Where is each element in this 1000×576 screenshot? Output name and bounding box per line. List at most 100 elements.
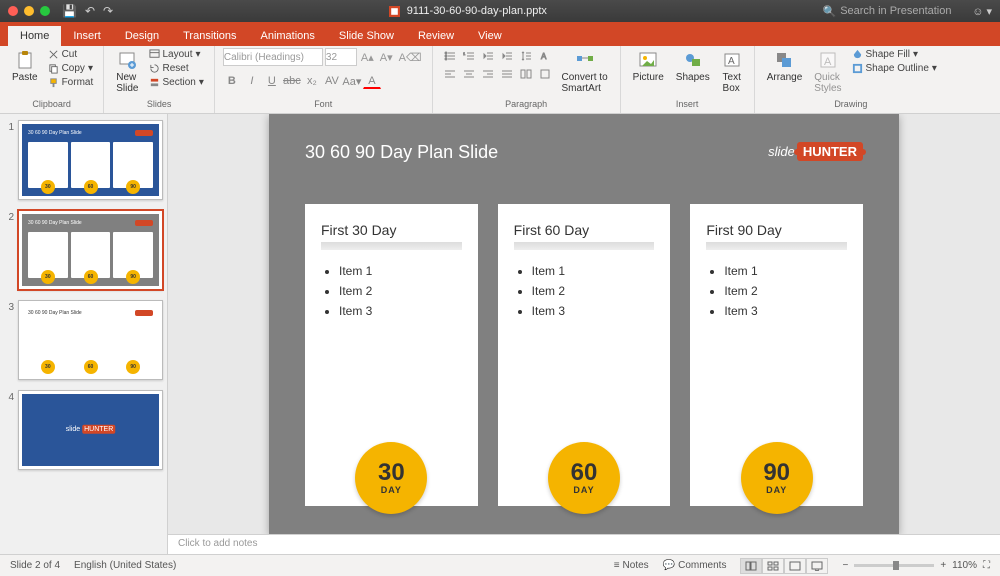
shrink-font-button[interactable]: A▾ bbox=[378, 51, 395, 64]
group-clipboard: Paste Cut Copy ▾ Format Clipboard bbox=[0, 46, 104, 113]
format-painter-button[interactable]: Format bbox=[46, 76, 96, 89]
maximize-window-button[interactable] bbox=[40, 6, 50, 16]
tab-animations[interactable]: Animations bbox=[249, 26, 327, 46]
group-label: Slides bbox=[112, 99, 206, 111]
slide-thumbnail-panel: 130 60 90 Day Plan Slide306090230 60 90 … bbox=[0, 114, 168, 554]
shadow-button[interactable]: AV bbox=[323, 73, 341, 89]
zoom-out-button[interactable]: − bbox=[842, 560, 848, 571]
notes-pane[interactable]: Click to add notes bbox=[168, 534, 1000, 554]
line-spacing-button[interactable] bbox=[517, 48, 535, 64]
card-item: Item 1 bbox=[339, 264, 462, 278]
group-label: Font bbox=[223, 99, 424, 111]
indent-dec-button[interactable] bbox=[479, 48, 497, 64]
save-icon[interactable]: 💾 bbox=[62, 4, 77, 18]
subscript-button[interactable]: x₂ bbox=[303, 73, 321, 89]
align-right-button[interactable] bbox=[479, 66, 497, 82]
picture-button[interactable]: Picture bbox=[629, 48, 668, 85]
numbering-button[interactable]: 1 bbox=[460, 48, 478, 64]
new-slide-button[interactable]: New Slide bbox=[112, 48, 142, 96]
tab-transitions[interactable]: Transitions bbox=[171, 26, 248, 46]
copy-button[interactable]: Copy ▾ bbox=[46, 62, 96, 75]
columns-button[interactable] bbox=[517, 66, 535, 82]
fit-button[interactable]: ⛶ bbox=[983, 560, 990, 571]
zoom-in-button[interactable]: + bbox=[940, 560, 946, 571]
shape-outline-button[interactable]: Shape Outline ▾ bbox=[850, 62, 939, 75]
undo-icon[interactable]: ↶ bbox=[85, 4, 95, 18]
font-name-input[interactable] bbox=[223, 48, 323, 66]
tab-slideshow[interactable]: Slide Show bbox=[327, 26, 406, 46]
highlight-button[interactable]: Aa▾ bbox=[343, 73, 361, 89]
language-indicator[interactable]: English (United States) bbox=[74, 560, 176, 571]
strike-button[interactable]: abc bbox=[283, 73, 301, 89]
text-direction-button[interactable]: A bbox=[536, 48, 554, 64]
paste-button[interactable]: Paste bbox=[8, 48, 42, 85]
italic-button[interactable]: I bbox=[243, 73, 261, 89]
slide-logo: slide HUNTER bbox=[768, 142, 863, 161]
search-input[interactable] bbox=[840, 5, 960, 17]
textbox-button[interactable]: AText Box bbox=[718, 48, 746, 96]
tab-design[interactable]: Design bbox=[113, 26, 171, 46]
view-buttons bbox=[740, 558, 828, 574]
day-badge: 90DAY bbox=[741, 442, 813, 514]
align-center-button[interactable] bbox=[460, 66, 478, 82]
card-item: Item 1 bbox=[532, 264, 655, 278]
align-left-button[interactable] bbox=[441, 66, 459, 82]
indent-inc-button[interactable] bbox=[498, 48, 516, 64]
sorter-view-button[interactable] bbox=[762, 558, 784, 574]
slide-thumbnail[interactable]: 30 60 90 Day Plan Slide306090 bbox=[18, 210, 163, 290]
close-window-button[interactable] bbox=[8, 6, 18, 16]
zoom-slider[interactable] bbox=[854, 564, 934, 567]
notes-toggle[interactable]: ≡ Notes bbox=[614, 560, 649, 571]
section-button[interactable]: Section ▾ bbox=[147, 76, 206, 89]
font-size-input[interactable] bbox=[325, 48, 357, 66]
font-color-button[interactable]: A bbox=[363, 73, 381, 89]
quick-styles-button[interactable]: AQuick Styles bbox=[810, 48, 845, 96]
minimize-window-button[interactable] bbox=[24, 6, 34, 16]
redo-icon[interactable]: ↷ bbox=[103, 4, 113, 18]
svg-text:A: A bbox=[824, 56, 832, 68]
search-box[interactable]: 🔍 bbox=[822, 5, 960, 18]
convert-smartart-button[interactable]: Convert to SmartArt bbox=[558, 48, 612, 96]
tab-view[interactable]: View bbox=[466, 26, 514, 46]
clear-format-button[interactable]: A⌫ bbox=[397, 51, 424, 64]
comments-toggle[interactable]: 💬 Comments bbox=[663, 560, 727, 571]
tab-home[interactable]: Home bbox=[8, 26, 61, 46]
plan-card[interactable]: First 60 DayItem 1Item 2Item 360DAY bbox=[498, 204, 671, 506]
feedback-icon[interactable]: ☺ ▾ bbox=[972, 5, 992, 18]
group-label: Drawing bbox=[763, 99, 939, 111]
reading-view-button[interactable] bbox=[784, 558, 806, 574]
day-badge: 30DAY bbox=[355, 442, 427, 514]
slide-canvas[interactable]: 30 60 90 Day Plan Slide slide HUNTER Fir… bbox=[168, 114, 1000, 534]
arrange-button[interactable]: Arrange bbox=[763, 48, 807, 85]
cut-button[interactable]: Cut bbox=[46, 48, 96, 61]
slide-title[interactable]: 30 60 90 Day Plan Slide bbox=[305, 142, 498, 163]
day-badge: 60DAY bbox=[548, 442, 620, 514]
card-heading: First 90 Day bbox=[706, 222, 847, 238]
shapes-button[interactable]: Shapes bbox=[672, 48, 714, 85]
slide-thumbnail[interactable]: 30 60 90 Day Plan Slide306090 bbox=[18, 300, 163, 380]
plan-card[interactable]: First 90 DayItem 1Item 2Item 390DAY bbox=[690, 204, 863, 506]
svg-text:1: 1 bbox=[463, 51, 466, 56]
slideshow-button[interactable] bbox=[806, 558, 828, 574]
title-bar: 💾 ↶ ↷ 9111-30-60-90-day-plan.pptx 🔍 ☺ ▾ bbox=[0, 0, 1000, 22]
layout-button[interactable]: Layout ▾ bbox=[147, 48, 206, 61]
slide-thumbnail[interactable]: slide HUNTER bbox=[18, 390, 163, 470]
justify-button[interactable] bbox=[498, 66, 516, 82]
grow-font-button[interactable]: A▴ bbox=[359, 51, 376, 64]
bold-button[interactable]: B bbox=[223, 73, 241, 89]
reset-button[interactable]: Reset bbox=[147, 62, 206, 75]
plan-card[interactable]: First 30 DayItem 1Item 2Item 330DAY bbox=[305, 204, 478, 506]
zoom-value[interactable]: 110% bbox=[952, 560, 977, 571]
tab-insert[interactable]: Insert bbox=[61, 26, 113, 46]
card-heading: First 60 Day bbox=[514, 222, 655, 238]
align-text-button[interactable] bbox=[536, 66, 554, 82]
bullets-button[interactable] bbox=[441, 48, 459, 64]
current-slide[interactable]: 30 60 90 Day Plan Slide slide HUNTER Fir… bbox=[269, 114, 899, 534]
underline-button[interactable]: U bbox=[263, 73, 281, 89]
shape-fill-button[interactable]: Shape Fill ▾ bbox=[850, 48, 939, 61]
group-slides: New Slide Layout ▾ Reset Section ▾ Slide… bbox=[104, 46, 215, 113]
card-item: Item 3 bbox=[724, 304, 847, 318]
slide-thumbnail[interactable]: 30 60 90 Day Plan Slide306090 bbox=[18, 120, 163, 200]
normal-view-button[interactable] bbox=[740, 558, 762, 574]
tab-review[interactable]: Review bbox=[406, 26, 466, 46]
